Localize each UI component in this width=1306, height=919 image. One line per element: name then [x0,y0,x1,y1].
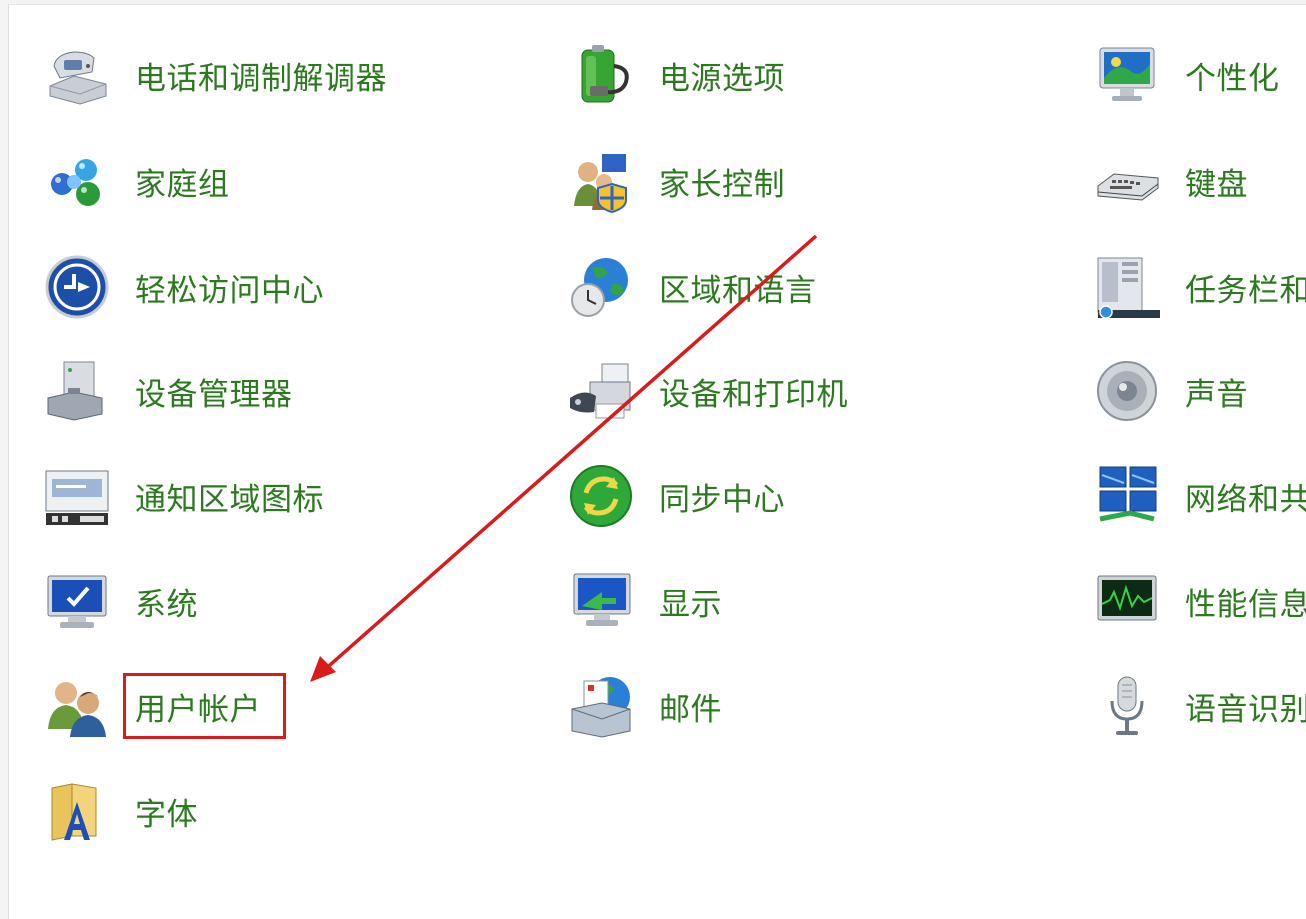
speech-recognition-icon [1110,676,1144,735]
sync-center-icon [570,465,632,527]
mail-icon [571,677,631,738]
item-sound[interactable]: 声音 [1094,351,1248,431]
item-network-sharing[interactable]: 网络和共 [1094,456,1306,536]
personalization-icon [1099,47,1155,101]
item-homegroup[interactable]: 家庭组 [44,141,230,221]
item-region-language[interactable]: 区域和语言 [568,247,817,327]
sound-icon [1097,361,1157,421]
item-label: 通知区域图标 [135,481,324,518]
network-sharing-icon [1099,466,1157,522]
performance-info-icon [1097,575,1157,621]
item-label: 轻松访问中心 [135,272,324,309]
devices-printers-icon [570,363,631,419]
item-ease-of-access[interactable]: 轻松访问中心 [44,247,324,327]
item-label: 声音 [1185,376,1248,413]
item-taskbar[interactable]: 任务栏和 [1094,247,1306,327]
item-label: 字体 [135,796,198,833]
item-label: 系统 [135,586,198,623]
device-manager-icon [47,361,103,421]
item-performance-info[interactable]: 性能信息 [1094,561,1306,641]
item-sync-center[interactable]: 同步中心 [568,456,785,536]
notification-area-icon [45,470,109,525]
item-label: 家庭组 [135,166,230,203]
item-keyboard[interactable]: 键盘 [1094,141,1248,221]
display-icon [573,573,631,626]
item-label: 设备管理器 [135,376,293,413]
item-label: 显示 [659,586,722,623]
item-personalization[interactable]: 个性化 [1094,35,1280,115]
item-label: 网络和共 [1185,481,1306,518]
item-label: 电话和调制解调器 [135,60,387,97]
item-devices-printers[interactable]: 设备和打印机 [568,351,848,431]
power-options-icon [581,45,629,103]
item-speech-recognition[interactable]: 语音识别 [1094,666,1306,746]
item-label: 邮件 [659,691,722,728]
item-label: 键盘 [1185,166,1248,203]
item-label: 家长控制 [659,166,785,203]
item-label: 任务栏和 [1185,272,1306,309]
item-label: 同步中心 [659,481,785,518]
item-parental-controls[interactable]: 家长控制 [568,141,785,221]
item-label: 设备和打印机 [659,376,848,413]
highlight-box [123,673,286,739]
item-device-manager[interactable]: 设备管理器 [44,351,293,431]
item-label: 电源选项 [659,60,785,97]
parental-controls-icon [574,154,627,214]
phone-modem-icon [49,51,107,105]
item-label: 个性化 [1185,60,1280,97]
item-label: 性能信息 [1185,586,1306,623]
item-system[interactable]: 系统 [44,561,198,641]
homegroup-icon [51,159,100,206]
item-notification-area[interactable]: 通知区域图标 [44,456,324,536]
item-fonts[interactable]: 字体 [44,771,198,851]
item-phone-modem[interactable]: 电话和调制解调器 [44,35,387,115]
keyboard-icon [1097,173,1159,201]
item-display[interactable]: 显示 [568,561,722,641]
item-power-options[interactable]: 电源选项 [568,35,785,115]
ease-of-access-icon [45,255,109,319]
region-language-icon [571,258,628,317]
system-icon [47,575,107,628]
item-label: 语音识别 [1185,691,1306,728]
item-mail[interactable]: 邮件 [568,666,722,746]
item-label: 区域和语言 [659,272,817,309]
user-accounts-icon [48,682,106,737]
taskbar-icon [1097,257,1160,319]
fonts-icon [51,783,97,841]
